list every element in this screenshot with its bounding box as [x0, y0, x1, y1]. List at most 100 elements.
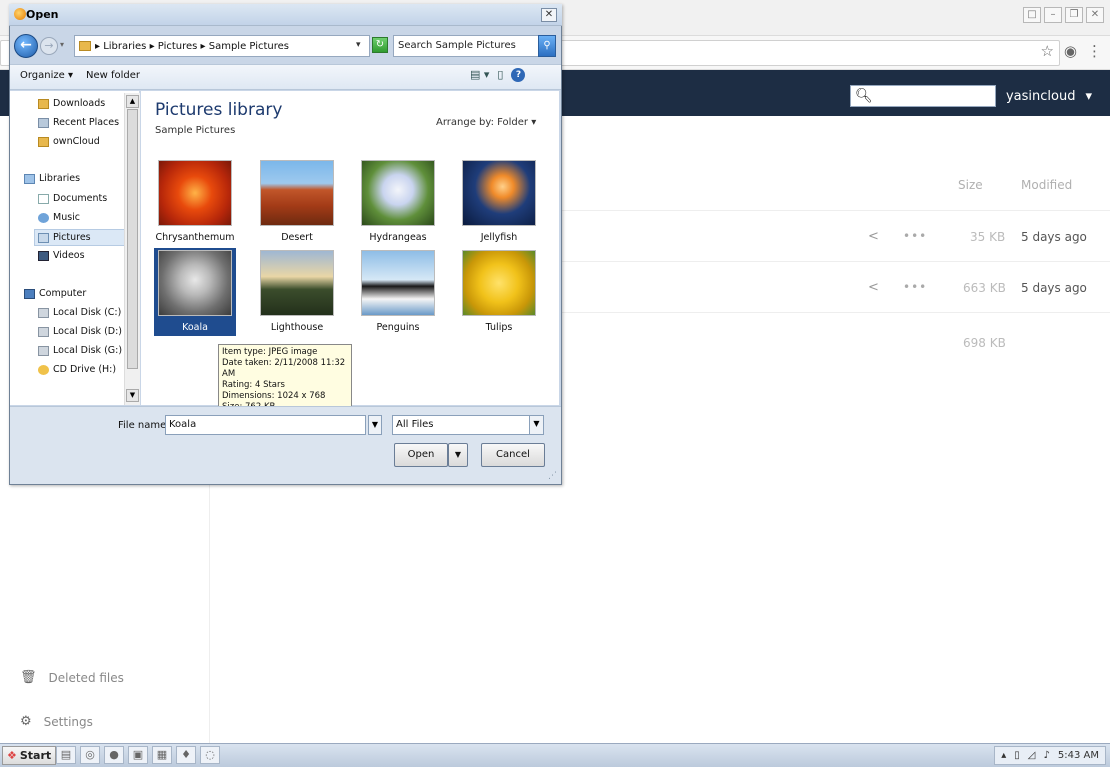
videos-icon — [38, 250, 49, 261]
nav-label: CD Drive (H:) — [53, 364, 117, 375]
dialog-titlebar[interactable] — [9, 4, 562, 26]
chrome-taskbar-icon[interactable]: ● — [104, 746, 124, 764]
open-button[interactable]: Open — [394, 443, 448, 467]
close-button[interactable]: ✕ — [1086, 7, 1104, 23]
tray-expand-icon[interactable]: ▴ — [1001, 750, 1006, 761]
new-folder-button[interactable]: New folder — [86, 70, 140, 81]
restore-button[interactable]: ❐ — [1065, 7, 1083, 23]
file-type-dropdown-icon[interactable]: ▼ — [529, 416, 543, 434]
refresh-button[interactable]: ↻ — [372, 37, 388, 53]
share-icon[interactable]: < — [868, 280, 879, 295]
help-icon[interactable]: ? — [511, 68, 526, 82]
deleted-files-link[interactable]: 🗑︎ Deleted files — [20, 670, 124, 685]
start-button[interactable]: ❖ Start — [2, 746, 57, 765]
nav-item-libraries[interactable]: Libraries — [24, 173, 80, 184]
clock[interactable]: 5:43 AM — [1058, 750, 1099, 761]
dialog-close-button[interactable]: ✕ — [541, 8, 557, 22]
nav-label: Pictures — [53, 232, 91, 243]
open-options-dropdown[interactable]: ▼ — [448, 443, 468, 467]
search-button[interactable]: ⚲ — [538, 35, 556, 57]
image-preview — [361, 160, 435, 226]
image-thumbnail[interactable]: Chrysanthemum — [155, 160, 235, 243]
libraries-icon — [24, 173, 35, 184]
nav-item-local-disk-g[interactable]: Local Disk (G:) — [38, 345, 122, 356]
image-label: Hydrangeas — [369, 232, 427, 243]
arrange-by-dropdown[interactable]: Arrange by: Folder ▾ — [436, 117, 536, 128]
scroll-up-icon[interactable]: ▲ — [126, 95, 139, 108]
app-taskbar-icon[interactable]: ▦ — [152, 746, 172, 764]
explorer-taskbar-icon[interactable]: ▤ — [56, 746, 76, 764]
profile-button[interactable]: □ — [1023, 7, 1041, 23]
menu-icon[interactable]: ⋮ — [1087, 42, 1102, 60]
nav-item-cd-drive-h[interactable]: CD Drive (H:) — [38, 364, 116, 375]
nav-item-computer[interactable]: Computer — [24, 288, 86, 299]
app-taskbar-icon[interactable]: ♦ — [176, 746, 196, 764]
breadcrumb-path[interactable]: ▸ Libraries ▸ Pictures ▸ Sample Pictures — [95, 41, 289, 52]
nav-item-pictures[interactable]: Pictures — [34, 229, 126, 246]
organize-menu[interactable]: Organize ▾ — [20, 70, 73, 81]
column-size-header[interactable]: Size — [958, 178, 983, 192]
image-preview — [462, 250, 536, 316]
change-view-icon[interactable]: ▤ ▾ — [470, 68, 489, 82]
file-name-input[interactable]: Koala — [165, 415, 366, 435]
nav-item-music[interactable]: Music — [38, 212, 80, 223]
history-dropdown-icon[interactable]: ▾ — [60, 40, 64, 49]
folder-icon — [38, 136, 49, 147]
star-icon[interactable]: ☆ — [1040, 42, 1053, 60]
nav-scrollbar[interactable]: ▲ ▼ — [124, 93, 140, 405]
pictures-icon — [38, 232, 49, 243]
image-preview — [462, 160, 536, 226]
network-icon[interactable]: ◿ — [1028, 750, 1036, 761]
forward-button[interactable]: → — [40, 37, 58, 55]
nav-label: Local Disk (G:) — [53, 345, 123, 356]
image-thumbnail[interactable]: Hydrangeas — [358, 160, 438, 243]
column-modified-header[interactable]: Modified — [1021, 178, 1072, 192]
nav-item-videos[interactable]: Videos — [38, 250, 85, 261]
nav-item-documents[interactable]: Documents — [38, 193, 107, 204]
image-label: Lighthouse — [270, 322, 324, 333]
volume-icon[interactable]: ♪ — [1044, 750, 1050, 761]
windows-logo-icon: ❖ — [7, 749, 17, 762]
username[interactable]: yasincloud — [1006, 89, 1076, 104]
image-thumbnail[interactable]: Jellyfish — [459, 160, 539, 243]
extension-icon[interactable]: ◉ — [1064, 42, 1077, 60]
image-thumbnail[interactable]: Desert — [257, 160, 337, 243]
breadcrumb[interactable]: ▸ Libraries ▸ Pictures ▸ Sample Pictures — [74, 35, 370, 57]
more-icon[interactable]: ••• — [903, 229, 927, 243]
scroll-thumb[interactable] — [127, 109, 138, 369]
search-icon[interactable]: 🔍︎ — [849, 85, 996, 107]
settings-link[interactable]: ⚙ Settings — [20, 714, 93, 729]
user-menu[interactable]: 🔍︎ yasincloud ▾ — [849, 85, 1092, 107]
image-thumbnail-selected[interactable]: Koala — [154, 248, 236, 336]
nav-item-downloads[interactable]: Downloads — [38, 98, 105, 109]
cancel-button[interactable]: Cancel — [481, 443, 545, 467]
image-label: Jellyfish — [480, 232, 518, 243]
firefox-taskbar-icon[interactable]: ◎ — [80, 746, 100, 764]
image-thumbnail[interactable]: Penguins — [358, 250, 438, 333]
image-thumbnail[interactable]: Tulips — [459, 250, 539, 333]
trash-icon: 🗑︎ — [20, 670, 37, 685]
nav-item-owncloud[interactable]: ownCloud — [38, 136, 100, 147]
more-icon[interactable]: ••• — [903, 280, 927, 294]
file-type-select[interactable]: All Files — [392, 415, 544, 435]
start-label: Start — [19, 749, 52, 762]
back-button[interactable]: ← — [14, 34, 38, 58]
file-name-dropdown-icon[interactable]: ▼ — [368, 415, 382, 435]
nav-item-local-disk-c[interactable]: Local Disk (C:) — [38, 307, 121, 318]
breadcrumb-dropdown-icon[interactable]: ▾ — [356, 40, 361, 50]
image-thumbnail[interactable]: Lighthouse — [257, 250, 337, 333]
nav-label: Computer — [39, 288, 87, 299]
recent-places-icon — [38, 117, 49, 128]
share-icon[interactable]: < — [868, 229, 879, 244]
app-taskbar-icon[interactable]: ▣ — [128, 746, 148, 764]
search-input[interactable]: Search Sample Pictures — [393, 35, 539, 57]
nav-item-local-disk-d[interactable]: Local Disk (D:) — [38, 326, 122, 337]
app-taskbar-icon[interactable]: ◌ — [200, 746, 220, 764]
nav-item-recent-places[interactable]: Recent Places — [38, 117, 119, 128]
library-title: Pictures library — [155, 100, 283, 120]
preview-pane-icon[interactable]: ▯ — [497, 68, 503, 82]
resize-grip-icon[interactable]: ⋰ — [548, 471, 557, 481]
minimize-button[interactable]: – — [1044, 7, 1062, 23]
battery-icon[interactable]: ▯ — [1014, 750, 1020, 761]
scroll-down-icon[interactable]: ▼ — [126, 389, 139, 402]
